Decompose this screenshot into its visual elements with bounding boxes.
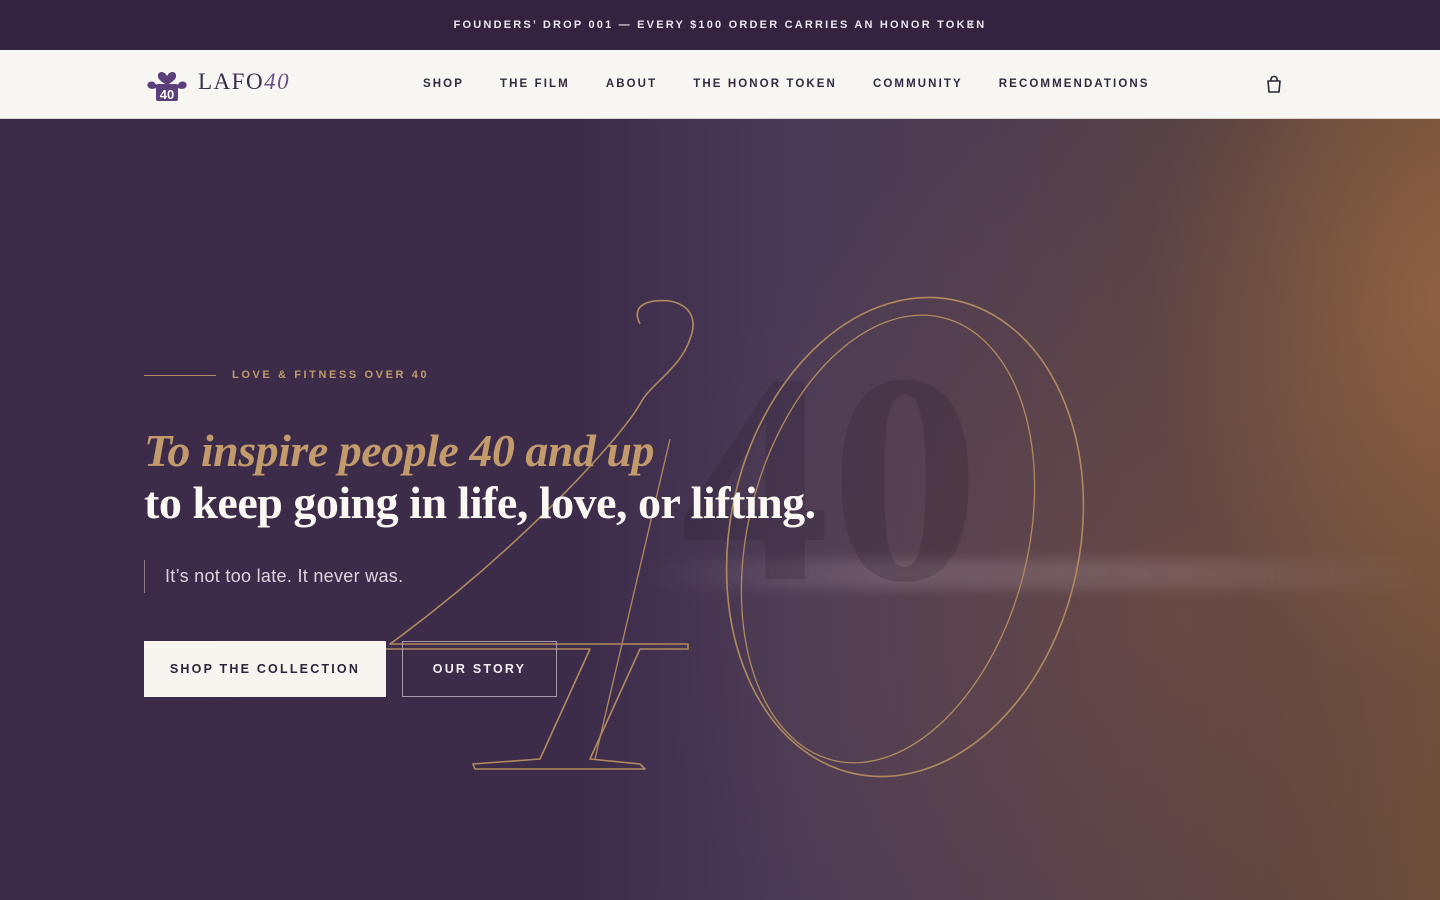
nav-item-the-honor-token[interactable]: THE HONOR TOKEN [693,72,837,96]
eyebrow-rule [144,374,216,376]
site-header: 40 LAFO40 SHOP THE FILM ABOUT THE HONOR … [0,50,1440,119]
eyebrow-text: LOVE & FITNESS OVER 40 [232,369,430,381]
nav-item-community[interactable]: COMMUNITY [873,72,963,96]
shop-the-collection-button[interactable]: SHOP THE COLLECTION [144,641,386,697]
logo-wordmark: LAFO40 [198,69,290,95]
logo-number: 40 [264,69,291,94]
heart-clover-40-logo: 40 [147,71,187,102]
close-icon[interactable]: × [962,15,978,33]
hero-light-streak [640,559,1440,589]
logo[interactable]: 40 LAFO40 [144,62,290,102]
announcement-bar: FOUNDERS’ DROP 001 — EVERY $100 ORDER CA… [0,0,1440,50]
nav-item-shop[interactable]: SHOP [423,72,464,96]
logo-word: LAFO [198,69,265,94]
announcement-text: FOUNDERS’ DROP 001 — EVERY $100 ORDER CA… [453,19,987,31]
hero-subline: It’s not too late. It never was. [144,560,403,593]
shopping-bag-icon[interactable] [1264,74,1284,94]
svg-text:40: 40 [160,87,174,102]
our-story-button[interactable]: OUR STORY [402,641,557,697]
headline-line-1: To inspire people 40 and up [144,425,655,476]
nav-item-about[interactable]: ABOUT [606,72,657,96]
hero-section: 40 LOVE & FITNESS OVER 40 To inspire peo… [0,119,1440,900]
main-nav: SHOP THE FILM ABOUT THE HONOR TOKEN COMM… [405,50,1186,118]
nav-item-the-film[interactable]: THE FILM [500,72,570,96]
hero-eyebrow: LOVE & FITNESS OVER 40 [144,369,429,381]
hero-headline: To inspire people 40 and up to keep goin… [144,425,1044,529]
headline-line-2: to keep going in life, love, or lifting. [144,477,816,528]
nav-item-recommendations[interactable]: RECOMMENDATIONS [999,72,1150,96]
